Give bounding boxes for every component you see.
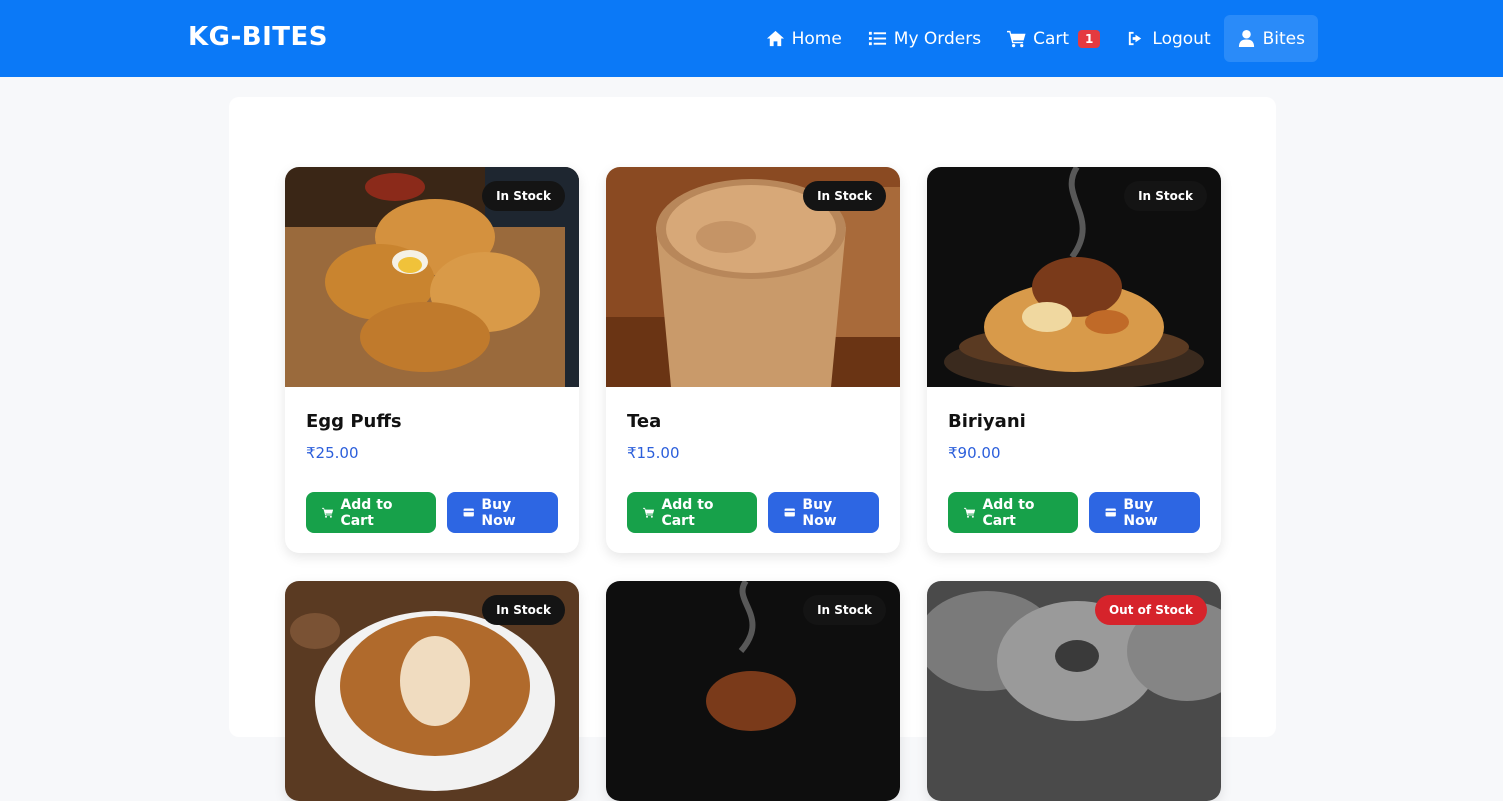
buy-now-label: Buy Now — [1123, 496, 1158, 529]
product-card: In Stock Biriyani ₹90.00 Add to Cart Buy… — [927, 167, 1221, 553]
product-name: Egg Puffs — [306, 411, 402, 432]
add-to-cart-button[interactable]: Add to Cart — [627, 492, 757, 533]
product-image-tea: In Stock — [606, 167, 900, 387]
user-icon — [1238, 29, 1254, 48]
cart-count-badge: 1 — [1078, 29, 1101, 48]
buy-now-label: Buy Now — [481, 496, 516, 529]
stock-badge: In Stock — [482, 181, 565, 211]
home-icon — [766, 30, 784, 47]
stock-badge: Out of Stock — [1094, 595, 1207, 625]
nav-logout[interactable]: Logout — [1113, 15, 1223, 62]
cart-icon — [1007, 30, 1026, 48]
product-price: ₹90.00 — [948, 444, 1001, 462]
product-card: In Stock — [285, 581, 579, 801]
logout-icon — [1129, 31, 1142, 46]
credit-card-icon — [784, 508, 795, 517]
buy-now-label: Buy Now — [802, 496, 837, 529]
product-name: Tea — [627, 411, 662, 432]
buy-now-button[interactable]: Buy Now — [1088, 492, 1200, 533]
product-card: In Stock — [606, 581, 900, 801]
product-name: Biriyani — [948, 411, 1026, 432]
nav-user-label: Bites — [1262, 28, 1305, 49]
stock-badge: In Stock — [1124, 181, 1207, 211]
buy-now-button[interactable]: Buy Now — [446, 492, 558, 533]
product-image-vada: Out of Stock — [927, 581, 1221, 801]
list-icon — [868, 31, 886, 46]
add-to-cart-label: Add to Cart — [661, 496, 714, 529]
product-card: Out of Stock — [927, 581, 1221, 801]
nav-menu: Home My Orders Cart 1 Logout Bites — [753, 15, 1318, 62]
product-image-egg-puffs: In Stock — [285, 167, 579, 387]
navbar: KG-BITES Home My Orders Cart 1 Logout Bi… — [0, 0, 1503, 77]
brand-logo[interactable]: KG-BITES — [188, 22, 328, 52]
credit-card-icon — [1105, 508, 1116, 517]
cart-icon — [643, 507, 655, 518]
nav-user[interactable]: Bites — [1223, 15, 1318, 62]
nav-logout-label: Logout — [1152, 28, 1211, 49]
buy-now-button[interactable]: Buy Now — [767, 492, 879, 533]
cart-icon — [964, 507, 976, 518]
product-image-coffee: In Stock — [285, 581, 579, 801]
nav-cart[interactable]: Cart 1 — [994, 15, 1113, 62]
stock-badge: In Stock — [803, 181, 886, 211]
nav-my-orders[interactable]: My Orders — [855, 15, 994, 62]
add-to-cart-label: Add to Cart — [340, 496, 393, 529]
nav-cart-label: Cart — [1033, 28, 1070, 49]
product-price: ₹25.00 — [306, 444, 359, 462]
product-price: ₹15.00 — [627, 444, 680, 462]
nav-home-label: Home — [791, 28, 842, 49]
product-image-biriyani: In Stock — [927, 167, 1221, 387]
nav-my-orders-label: My Orders — [893, 28, 982, 49]
cart-icon — [322, 507, 334, 518]
product-card: In Stock Tea ₹15.00 Add to Cart Buy Now — [606, 167, 900, 553]
product-card: In Stock Egg Puffs ₹25.00 Add to Cart Bu… — [285, 167, 579, 553]
credit-card-icon — [463, 508, 474, 517]
stock-badge: In Stock — [482, 595, 565, 625]
stock-badge: In Stock — [803, 595, 886, 625]
add-to-cart-label: Add to Cart — [982, 496, 1035, 529]
product-image-biriyani: In Stock — [606, 581, 900, 801]
nav-home[interactable]: Home — [753, 15, 855, 62]
add-to-cart-button[interactable]: Add to Cart — [306, 492, 436, 533]
add-to-cart-button[interactable]: Add to Cart — [948, 492, 1078, 533]
